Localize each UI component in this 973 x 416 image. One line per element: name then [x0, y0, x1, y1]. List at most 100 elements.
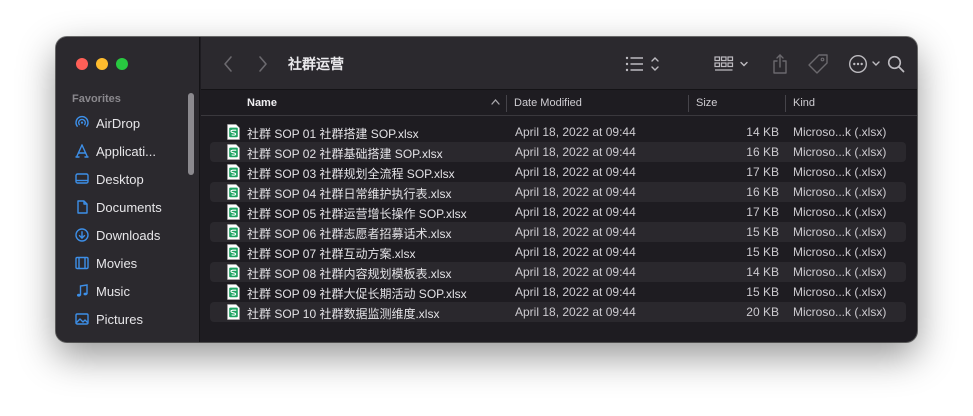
file-date-modified: April 18, 2022 at 09:44 [515, 125, 636, 139]
file-kind: Microso...k (.xlsx) [793, 165, 887, 179]
file-row[interactable]: 社群 SOP 01 社群搭建 SOP.xlsx April 18, 2022 a… [210, 122, 906, 142]
file-row[interactable]: 社群 SOP 10 社群数据监测维度.xlsx April 18, 2022 a… [210, 302, 906, 322]
group-by-button[interactable] [714, 54, 750, 74]
chevron-left-icon [224, 56, 232, 72]
file-date-modified: April 18, 2022 at 09:44 [515, 265, 636, 279]
file-name: 社群 SOP 09 社群大促长期活动 SOP.xlsx [247, 287, 467, 301]
excel-file-icon [227, 264, 240, 280]
movies-icon [74, 255, 90, 271]
downloads-icon [74, 227, 90, 243]
file-row[interactable]: 社群 SOP 07 社群互动方案.xlsx April 18, 2022 at … [210, 242, 906, 262]
zoom-button[interactable] [116, 58, 128, 70]
file-kind: Microso...k (.xlsx) [793, 225, 887, 239]
tag-icon [808, 54, 828, 74]
column-header: Name Date Modified Size Kind [201, 91, 917, 116]
applications-icon [74, 143, 90, 159]
sidebar-item-music[interactable]: Music [56, 277, 199, 305]
file-date-modified: April 18, 2022 at 09:44 [515, 285, 636, 299]
sidebar-item-label: AirDrop [96, 115, 141, 131]
file-list: 社群 SOP 01 社群搭建 SOP.xlsx April 18, 2022 a… [210, 122, 906, 322]
tag-button[interactable] [806, 52, 830, 76]
back-button[interactable] [221, 54, 235, 74]
sidebar-section-favorites: Favorites [72, 93, 121, 105]
file-name: 社群 SOP 10 社群数据监测维度.xlsx [247, 307, 440, 321]
file-row[interactable]: 社群 SOP 04 社群日常维护执行表.xlsx April 18, 2022 … [210, 182, 906, 202]
file-kind: Microso...k (.xlsx) [793, 265, 887, 279]
document-icon [74, 199, 90, 215]
file-size: 16 KB [746, 145, 779, 159]
file-size: 15 KB [746, 225, 779, 239]
file-kind: Microso...k (.xlsx) [793, 245, 887, 259]
forward-button[interactable] [256, 54, 270, 74]
sidebar-item-applications[interactable]: Applicati... [56, 137, 199, 165]
finder-window: Favorites AirDrop Applicati... Desktop D… [56, 37, 917, 342]
file-size: 15 KB [746, 285, 779, 299]
file-name: 社群 SOP 04 社群日常维护执行表.xlsx [247, 187, 452, 201]
sort-ascending-icon [491, 99, 500, 105]
sidebar-scrollbar[interactable] [188, 93, 194, 175]
toolbar: 社群运营 [201, 37, 917, 90]
column-name[interactable]: Name [247, 97, 277, 109]
file-name: 社群 SOP 07 社群互动方案.xlsx [247, 247, 416, 261]
list-view-button[interactable] [625, 54, 661, 74]
pictures-icon [74, 311, 90, 327]
file-row[interactable]: 社群 SOP 02 社群基础搭建 SOP.xlsx April 18, 2022… [210, 142, 906, 162]
search-icon [887, 55, 905, 73]
file-kind: Microso...k (.xlsx) [793, 125, 887, 139]
file-size: 15 KB [746, 245, 779, 259]
column-size[interactable]: Size [696, 97, 717, 109]
file-kind: Microso...k (.xlsx) [793, 305, 887, 319]
sidebar-item-downloads[interactable]: Downloads [56, 221, 199, 249]
file-size: 16 KB [746, 185, 779, 199]
close-button[interactable] [76, 58, 88, 70]
sidebar-item-label: Downloads [96, 227, 161, 243]
sidebar-item-label: Desktop [96, 171, 144, 187]
sidebar: Favorites AirDrop Applicati... Desktop D… [56, 37, 200, 342]
file-date-modified: April 18, 2022 at 09:44 [515, 225, 636, 239]
desktop-icon [74, 171, 90, 187]
column-divider [688, 95, 689, 112]
airdrop-icon [74, 115, 90, 131]
sidebar-item-label: Movies [96, 255, 138, 271]
file-name: 社群 SOP 05 社群运营增长操作 SOP.xlsx [247, 207, 467, 221]
file-size: 17 KB [746, 165, 779, 179]
more-actions-button[interactable] [848, 53, 886, 75]
file-date-modified: April 18, 2022 at 09:44 [515, 145, 636, 159]
sidebar-item-movies[interactable]: Movies [56, 249, 199, 277]
list-view-icon [625, 56, 659, 72]
sidebar-item-desktop[interactable]: Desktop [56, 165, 199, 193]
file-date-modified: April 18, 2022 at 09:44 [515, 245, 636, 259]
share-icon [773, 54, 787, 74]
file-date-modified: April 18, 2022 at 09:44 [515, 205, 636, 219]
sidebar-list: AirDrop Applicati... Desktop Documents D… [56, 109, 199, 333]
file-row[interactable]: 社群 SOP 03 社群规划全流程 SOP.xlsx April 18, 202… [210, 162, 906, 182]
column-date-modified[interactable]: Date Modified [514, 97, 582, 109]
file-row[interactable]: 社群 SOP 09 社群大促长期活动 SOP.xlsx April 18, 20… [210, 282, 906, 302]
file-row[interactable]: 社群 SOP 05 社群运营增长操作 SOP.xlsx April 18, 20… [210, 202, 906, 222]
column-kind[interactable]: Kind [793, 97, 815, 109]
excel-file-icon [227, 164, 240, 180]
sidebar-item-airdrop[interactable]: AirDrop [56, 109, 199, 137]
file-size: 14 KB [746, 265, 779, 279]
file-name: 社群 SOP 03 社群规划全流程 SOP.xlsx [247, 167, 455, 181]
file-kind: Microso...k (.xlsx) [793, 205, 887, 219]
excel-file-icon [227, 304, 240, 320]
file-date-modified: April 18, 2022 at 09:44 [515, 185, 636, 199]
excel-file-icon [227, 184, 240, 200]
grid-icon [714, 56, 748, 71]
file-row[interactable]: 社群 SOP 08 社群内容规划模板表.xlsx April 18, 2022 … [210, 262, 906, 282]
ellipsis-circle-icon [848, 54, 880, 74]
file-name: 社群 SOP 08 社群内容规划模板表.xlsx [247, 267, 452, 281]
excel-file-icon [227, 284, 240, 300]
column-divider [785, 95, 786, 112]
file-row[interactable]: 社群 SOP 06 社群志愿者招募话术.xlsx April 18, 2022 … [210, 222, 906, 242]
search-button[interactable] [886, 54, 906, 74]
window-title: 社群运营 [288, 56, 344, 72]
share-button[interactable] [771, 52, 789, 76]
sidebar-item-documents[interactable]: Documents [56, 193, 199, 221]
excel-file-icon [227, 244, 240, 260]
minimize-button[interactable] [96, 58, 108, 70]
sidebar-item-pictures[interactable]: Pictures [56, 305, 199, 333]
excel-file-icon [227, 144, 240, 160]
excel-file-icon [227, 224, 240, 240]
